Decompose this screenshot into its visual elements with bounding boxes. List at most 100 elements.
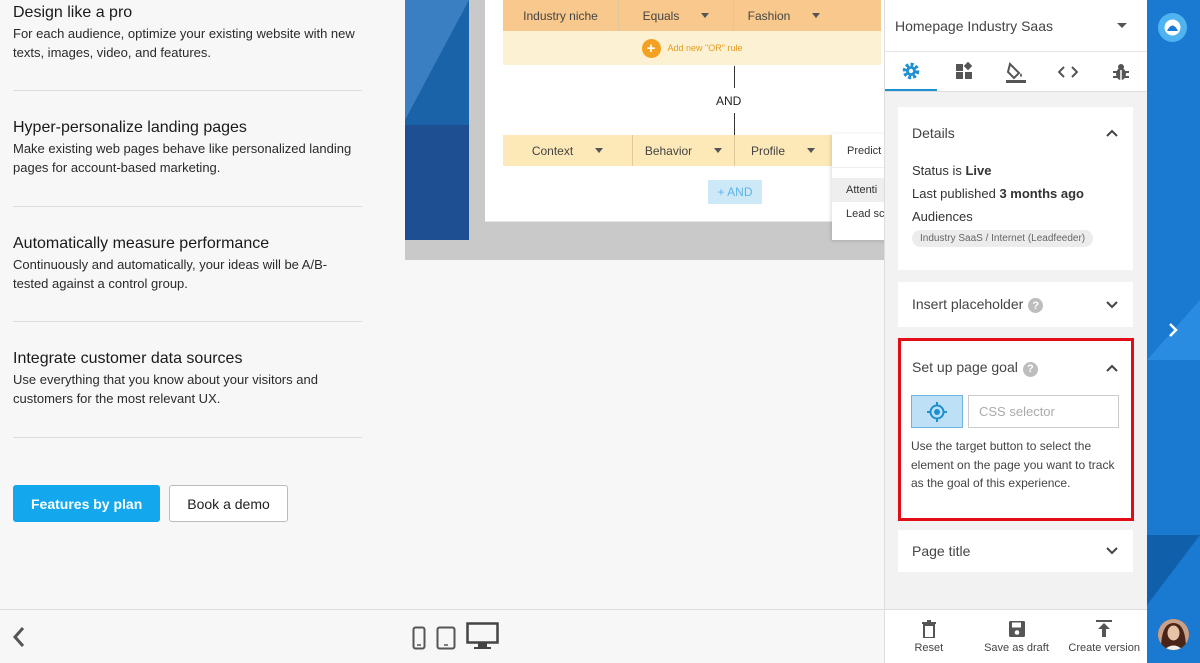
reset-button[interactable]: Reset <box>885 610 973 663</box>
rule-category-select[interactable]: Profile <box>735 135 831 166</box>
tab-settings[interactable] <box>885 52 938 91</box>
tab-debug[interactable] <box>1095 52 1147 91</box>
feature-description: Continuously and automatically, your ide… <box>13 257 328 291</box>
feature-title: Integrate customer data sources <box>13 350 243 367</box>
caret-down-icon <box>595 148 604 153</box>
section-title: Set up page goal <box>912 359 1018 376</box>
gear-icon <box>902 62 920 79</box>
audience-rule-builder: Industry niche Equals Fashion + Add new … <box>485 0 884 222</box>
dropdown-item[interactable]: Attenti <box>832 178 884 202</box>
preview-background-shape <box>405 125 469 240</box>
caret-down-icon <box>812 13 821 18</box>
chevron-right-icon <box>1169 323 1178 337</box>
rule-field-select[interactable]: Industry niche <box>503 0 619 31</box>
panel-tabs <box>885 52 1147 92</box>
cta-group: Features by plan Book a demo <box>13 485 288 522</box>
desktop-icon[interactable] <box>466 622 499 650</box>
page-goal-help-text: Use the target button to select the elem… <box>911 439 1115 490</box>
audience-chip[interactable]: Industry SaaS / Internet (Leadfeeder) <box>912 230 1094 247</box>
section-title-wrap: Insert placeholder? <box>912 296 1044 314</box>
back-button[interactable] <box>12 626 26 653</box>
insert-placeholder-header[interactable]: Insert placeholder? <box>898 282 1133 327</box>
user-avatar-icon <box>1158 619 1189 650</box>
details-header[interactable]: Details <box>898 107 1133 159</box>
caret-down-icon <box>807 148 815 153</box>
details-body: Status is Live Last published 3 months a… <box>898 159 1133 247</box>
feature-description: Make existing web pages behave like pers… <box>13 141 352 175</box>
rule-operator-select[interactable]: Equals <box>619 0 734 31</box>
expand-sidebar-button[interactable] <box>1167 321 1179 344</box>
tab-widgets[interactable] <box>937 52 989 91</box>
chevron-up-icon <box>1106 364 1118 372</box>
add-or-rule-button[interactable]: + Add new "OR" rule <box>503 31 881 65</box>
page-goal-header[interactable]: Set up page goal? <box>898 341 1133 395</box>
connector-line <box>734 113 735 135</box>
chevron-left-icon <box>12 627 25 647</box>
chevron-down-icon <box>1106 547 1118 555</box>
css-selector-input[interactable] <box>968 395 1119 428</box>
avatar[interactable] <box>1158 619 1189 650</box>
bottom-toolbar <box>0 609 884 663</box>
caret-down-icon <box>701 13 710 18</box>
page-title-header[interactable]: Page title <box>898 530 1133 572</box>
rule-category-select[interactable]: Context <box>503 135 633 166</box>
caret-down-icon <box>714 148 723 153</box>
device-switcher <box>412 622 499 650</box>
status-line: Status is Live <box>912 159 1119 182</box>
dropdown-item[interactable]: Lead sc <box>832 202 884 226</box>
save-draft-button[interactable]: Save as draft <box>973 610 1061 663</box>
trash-icon <box>921 620 936 638</box>
feature-description: Use everything that you know about your … <box>13 372 318 406</box>
experience-name: Homepage Industry Saas <box>895 17 1053 34</box>
page-goal-section: Set up page goal? Use the target button … <box>898 341 1133 519</box>
section-title: Page title <box>912 543 971 559</box>
rule-dropdown-menu: Predict Attenti Lead sc <box>832 134 884 240</box>
features-by-plan-button[interactable]: Features by plan <box>13 485 161 522</box>
tab-code[interactable] <box>1042 52 1094 91</box>
feature-item: Integrate customer data sources Use ever… <box>13 350 362 438</box>
section-title-wrap: Set up page goal? <box>912 359 1038 377</box>
insert-placeholder-section: Insert placeholder? <box>898 282 1133 327</box>
add-or-rule-label: Add new "OR" rule <box>667 43 743 53</box>
dropdown-header: Predict <box>832 134 884 168</box>
published-line: Last published 3 months ago <box>912 182 1119 205</box>
page-goal-body: Use the target button to select the elem… <box>898 395 1133 493</box>
help-icon[interactable]: ? <box>1022 361 1038 377</box>
section-title: Details <box>912 125 955 141</box>
rule-operator-label: Equals <box>642 8 680 23</box>
rule-value-select[interactable]: Fashion <box>734 0 834 31</box>
reset-label: Reset <box>914 642 944 654</box>
save-draft-label: Save as draft <box>984 642 1049 654</box>
feature-item: Design like a pro For each audience, opt… <box>13 4 362 91</box>
feature-item: Automatically measure performance Contin… <box>13 235 362 322</box>
mobile-icon[interactable] <box>412 626 426 650</box>
page-title-section: Page title <box>898 530 1133 572</box>
connector-line <box>734 66 735 88</box>
add-and-button[interactable]: + AND <box>708 180 762 204</box>
target-select-button[interactable] <box>911 395 963 428</box>
plus-icon: + <box>641 38 661 58</box>
preview-background-shape <box>405 0 469 120</box>
save-icon <box>1008 621 1025 637</box>
rule-row: Industry niche Equals Fashion <box>503 0 881 31</box>
experience-selector[interactable]: Homepage Industry Saas <box>885 0 1147 52</box>
create-version-button[interactable]: Create version <box>1060 610 1148 663</box>
help-icon[interactable]: ? <box>1028 298 1044 314</box>
upload-icon <box>1096 620 1113 637</box>
tab-style[interactable] <box>990 52 1042 91</box>
rule-category-select[interactable]: Behavior <box>633 135 735 166</box>
feature-title: Hyper-personalize landing pages <box>13 119 247 136</box>
book-demo-button[interactable]: Book a demo <box>169 485 288 522</box>
status-value: Live <box>965 163 992 178</box>
published-value: 3 months ago <box>999 186 1084 201</box>
feature-description: For each audience, optimize your existin… <box>13 26 355 60</box>
rule-value-label: Fashion <box>747 8 791 23</box>
rule-category-label: Profile <box>750 143 785 158</box>
feature-title: Automatically measure performance <box>13 235 270 252</box>
code-icon <box>1058 65 1079 78</box>
bug-icon <box>1112 63 1129 80</box>
tablet-icon[interactable] <box>436 626 456 650</box>
app-logo[interactable] <box>1158 13 1187 42</box>
status-label: Status is <box>912 163 966 178</box>
paint-bucket-icon <box>1006 61 1027 83</box>
